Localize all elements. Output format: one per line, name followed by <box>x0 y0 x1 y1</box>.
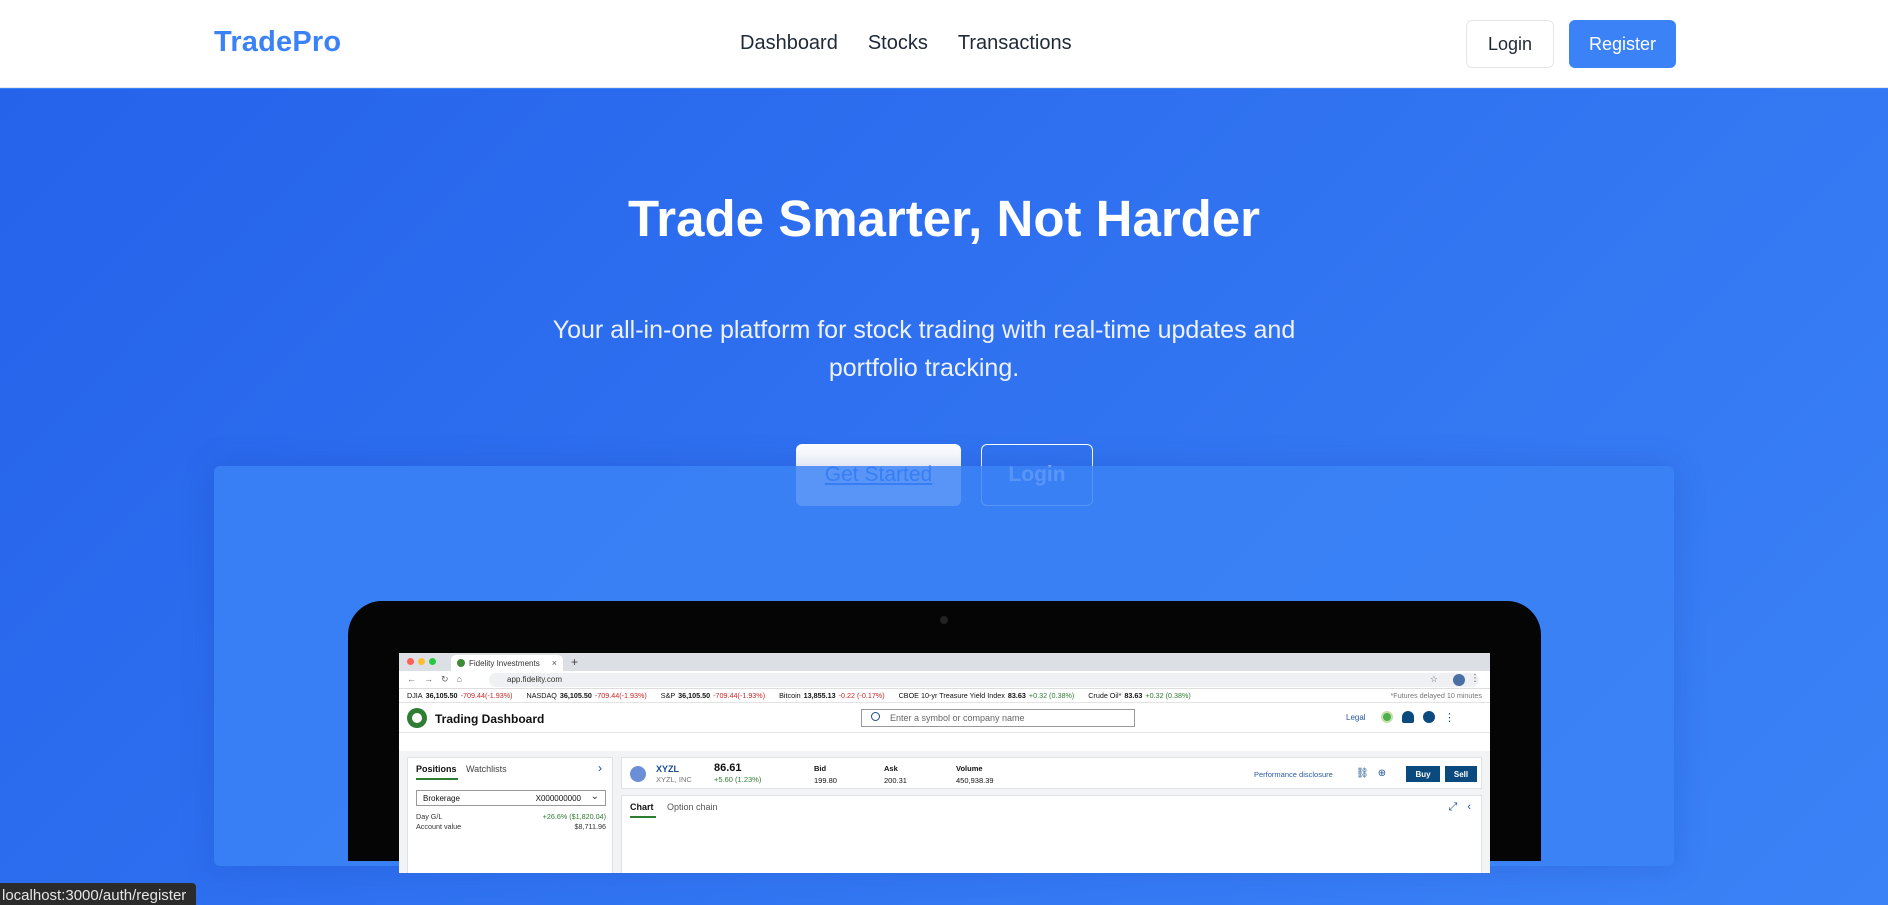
expand-icon: ⤢ <box>1448 801 1458 813</box>
maximize-window-icon <box>429 658 436 665</box>
browser-nav-controls: ← → ↻ ⌂ <box>407 674 462 685</box>
nav-transactions-link[interactable]: Transactions <box>958 32 1072 55</box>
chevron-down-icon: ⌄ <box>590 791 599 802</box>
app-header-icons: ⋮ <box>1381 711 1455 724</box>
bid-column: Bid 199.80 <box>814 764 837 785</box>
ticker-note: *Futures delayed 10 minutes <box>1390 691 1483 700</box>
quote-price: 86.61 <box>714 762 742 774</box>
bookmark-star-icon: ☆ <box>1429 674 1438 684</box>
bell-icon <box>1402 711 1414 723</box>
search-icon <box>871 712 880 721</box>
ticker-item: NASDAQ 36,105.50 -709.44(-1.93%) <box>526 691 647 700</box>
fidelity-favicon-icon <box>457 659 465 667</box>
quote-change: +5.60 (1.23%) <box>714 775 762 784</box>
browser-menu-icon: ⋮ <box>1470 673 1480 684</box>
search-placeholder: Enter a symbol or company name <box>890 713 1025 723</box>
url-field: app.fidelity.com <box>489 673 1479 687</box>
back-arrow-icon: ← <box>407 674 416 684</box>
minimize-window-icon <box>418 658 425 665</box>
chevron-right-icon: › <box>598 761 602 775</box>
quote-company-name: XYZL, INC <box>656 775 692 784</box>
quote-panel: XYZL XYZL, INC 86.61 +5.60 (1.23%) Bid 19… <box>621 757 1482 789</box>
app-header: Trading Dashboard Enter a symbol or comp… <box>399 703 1490 733</box>
market-ticker: DJIA 36,105.50 -709.44(-1.93%) NASDAQ 36,10… <box>399 689 1490 703</box>
main-nav: Dashboard Stocks Transactions <box>740 32 1072 55</box>
performance-disclosure-link: Performance disclosure <box>1254 770 1333 779</box>
app-title: Trading Dashboard <box>435 712 545 726</box>
tab-option-chain: Option chain <box>667 802 718 812</box>
reload-icon: ↻ <box>441 674 449 684</box>
chevron-left-icon: ‹ <box>1467 801 1471 813</box>
laptop-mockup: Fidelity Investments × + ← → ↻ ⌂ app.fid… <box>348 601 1541 873</box>
nav-dashboard-link[interactable]: Dashboard <box>740 32 838 55</box>
active-tab-indicator <box>416 778 458 780</box>
account-value-row: Account value $8,711.96 <box>416 822 606 831</box>
browser-tab-bar: Fidelity Investments × + <box>399 653 1490 671</box>
top-navbar: TradePro Dashboard Stocks Transactions L… <box>0 0 1888 88</box>
account-name: Brokerage <box>423 794 460 803</box>
new-tab-icon: + <box>571 655 579 669</box>
hero-subtitle: Your all-in-one platform for stock tradi… <box>552 316 1296 382</box>
home-icon: ⌂ <box>456 674 462 684</box>
tab-watchlists: Watchlists <box>466 764 507 774</box>
ask-column: Ask 200.31 <box>884 764 907 785</box>
login-button[interactable]: Login <box>1466 20 1554 68</box>
ticker-item: S&P 36,105.50 -709.44(-1.93%) <box>660 691 766 700</box>
side-tabs: Positions Watchlists › <box>408 758 612 780</box>
positions-panel: Positions Watchlists › Brokerage X000000… <box>407 757 613 873</box>
tab-chart: Chart <box>630 802 654 812</box>
browser-tab-title: Fidelity Investments <box>469 659 540 668</box>
company-logo-icon <box>630 766 646 782</box>
browser-status-url: localhost:3000/auth/register <box>0 883 197 905</box>
symbol-search-input: Enter a symbol or company name <box>861 709 1135 727</box>
forward-arrow-icon: → <box>424 674 433 684</box>
browser-url-bar: ← → ↻ ⌂ app.fidelity.com ☆ ⋮ <box>399 671 1490 689</box>
register-button[interactable]: Register <box>1569 20 1676 68</box>
link-icon: ⛓ <box>1356 768 1369 779</box>
volume-column: Volume 450,938.39 <box>956 764 994 785</box>
nav-actions: Login Register <box>1466 20 1676 68</box>
account-number: X000000000 <box>535 794 581 803</box>
chart-panel: Chart Option chain ⤢ ‹ <box>621 795 1482 873</box>
hero-title: Trade Smarter, Not Harder <box>627 190 1261 247</box>
ticker-item: Bitcoin 13,855.13 -0.22 (-0.17%) <box>779 691 885 700</box>
buy-button: Buy <box>1406 766 1440 782</box>
legal-link: Legal <box>1346 713 1366 722</box>
sell-button: Sell <box>1445 766 1477 782</box>
active-tab-indicator <box>630 816 656 818</box>
app-logo-icon <box>407 708 427 728</box>
camera-icon <box>940 616 948 624</box>
quote-symbol: XYZL <box>656 764 680 774</box>
chart-controls: ⤢ ‹ <box>1449 801 1471 814</box>
app-body: Positions Watchlists › Brokerage X000000… <box>399 751 1490 873</box>
add-circle-icon: ⊕ <box>1377 768 1387 779</box>
day-gl-row: Day G/L +26.6% ($1,820.04) <box>416 812 606 821</box>
account-select: Brokerage X000000000 ⌄ <box>416 790 606 806</box>
profile-avatar-icon <box>1453 674 1465 686</box>
ticker-item: DJIA 36,105.50 -709.44(-1.93%) <box>407 691 513 700</box>
laptop-screen: Fidelity Investments × + ← → ↻ ⌂ app.fid… <box>399 653 1490 873</box>
ticker-item: Crude Oil* 83.63 +0.32 (0.38%) <box>1088 691 1191 700</box>
status-indicator-icon <box>1381 711 1393 723</box>
close-window-icon <box>407 658 414 665</box>
quote-actions: ⛓ ⊕ <box>1356 768 1386 779</box>
browser-tab: Fidelity Investments × <box>451 655 563 671</box>
ticker-item: CBOE 10-yr Treasure Yield Index 83.63 +0.3… <box>898 691 1075 700</box>
tab-positions: Positions <box>416 764 457 774</box>
brand-logo[interactable]: TradePro <box>214 26 341 59</box>
more-menu-icon: ⋮ <box>1444 712 1455 724</box>
gear-icon <box>1423 711 1435 723</box>
tab-close-icon: × <box>551 658 557 668</box>
window-controls <box>407 658 436 665</box>
nav-stocks-link[interactable]: Stocks <box>868 32 928 55</box>
